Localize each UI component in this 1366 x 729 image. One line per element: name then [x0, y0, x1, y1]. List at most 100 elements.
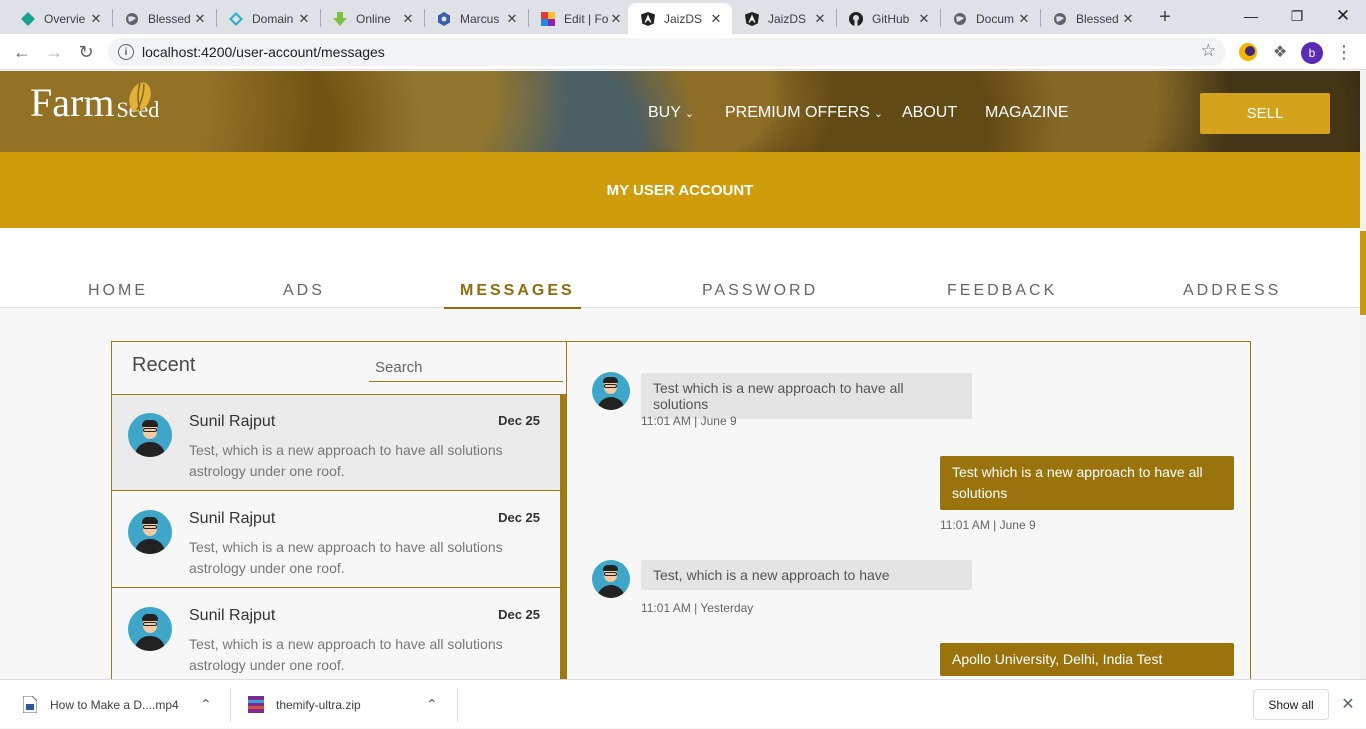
close-downloads-icon[interactable]: ✕ [1338, 694, 1358, 714]
more-menu-icon[interactable]: ⋮ [1334, 42, 1354, 62]
incoming-bubble: Test, which is a new approach to have [641, 560, 972, 590]
angular-icon [744, 11, 760, 27]
message-timestamp: 11:01 AM | Yesterday [641, 601, 754, 615]
conversation-preview: Test, which is a new approach to have al… [189, 442, 503, 479]
forward-arrow-icon[interactable]: → [40, 38, 68, 66]
download-arrow-icon [332, 11, 348, 27]
outgoing-bubble: Test which is a new approach to have all… [940, 456, 1234, 510]
page-banner: MY USER ACCOUNT [0, 152, 1360, 228]
conversation-date: Dec 25 [498, 607, 540, 622]
subtab-home[interactable]: HOME [88, 282, 148, 300]
browser-tab[interactable]: Domain ✕ [216, 3, 320, 34]
browser-toolbar: ← → ↻ i localhost:4200/user-account/mess… [0, 34, 1366, 70]
diamond-icon [228, 11, 244, 27]
search-input[interactable] [369, 354, 563, 382]
avatar [128, 510, 172, 554]
subtab-feedback[interactable]: FEEDBACK [947, 282, 1057, 300]
conversation-list-scrollbar[interactable] [560, 394, 566, 679]
archive-file-icon [248, 696, 264, 714]
sell-button[interactable]: SELL [1200, 93, 1330, 134]
avatar [592, 560, 630, 598]
close-tab-icon[interactable]: ✕ [708, 11, 724, 27]
close-window-icon[interactable]: ✕ [1320, 0, 1366, 32]
incoming-bubble: Test which is a new approach to have all… [641, 373, 972, 419]
extension-moon-icon[interactable] [1238, 42, 1258, 62]
browser-tab[interactable]: Overvie ✕ [8, 3, 112, 34]
avatar [592, 372, 630, 410]
github-icon [848, 11, 864, 27]
message-timestamp: 11:01 AM | June 9 [940, 518, 1036, 532]
close-tab-icon[interactable]: ✕ [296, 11, 312, 27]
close-tab-icon[interactable]: ✕ [504, 11, 520, 27]
subtab-ads[interactable]: ADS [283, 282, 325, 300]
nav-premium-offers[interactable]: PREMIUM OFFERS ⌄ [725, 104, 883, 122]
nav-magazine[interactable]: MAGAZINE [985, 104, 1069, 122]
nav-about[interactable]: ABOUT [902, 104, 957, 122]
restore-icon[interactable]: ❐ [1274, 0, 1320, 32]
active-tab-indicator [444, 307, 581, 309]
back-arrow-icon[interactable]: ← [8, 38, 36, 66]
azure-devops-icon [20, 11, 36, 27]
bookmark-star-icon[interactable]: ☆ [1201, 41, 1216, 61]
close-tab-icon[interactable]: ✕ [88, 11, 104, 27]
hexagon-icon [436, 11, 452, 27]
page-scrollbar[interactable] [1360, 71, 1366, 679]
download-item[interactable]: How to Make a D....mp4 ⌃ [22, 680, 222, 729]
chevron-up-icon[interactable]: ⌃ [200, 696, 212, 713]
subtab-address[interactable]: ADDRESS [1183, 282, 1281, 300]
browser-tab[interactable]: JaizDS ✕ [732, 3, 836, 34]
chevron-down-icon: ⌄ [873, 107, 884, 120]
new-tab-plus-icon[interactable]: + [1154, 6, 1176, 28]
extensions-puzzle-icon[interactable]: ❖ [1270, 42, 1290, 62]
url-text[interactable]: localhost:4200/user-account/messages [142, 44, 385, 60]
conversation-date: Dec 25 [498, 413, 540, 428]
browser-tab[interactable]: Blessed ✕ [112, 3, 216, 34]
close-tab-icon[interactable]: ✕ [400, 11, 416, 27]
hero-header: Farm Seed BUY⌄ PREMIUM OFFERS⌄ ABOUT MAG… [0, 71, 1360, 152]
close-tab-icon[interactable]: ✕ [916, 11, 932, 27]
message-timestamp: 11:01 AM | June 9 [641, 414, 737, 428]
download-item[interactable]: themify-ultra.zip ⌃ [248, 680, 448, 729]
downloads-bar: How to Make a D....mp4 ⌃ themify-ultra.z… [0, 679, 1366, 728]
browser-tab[interactable]: Marcus ✕ [424, 3, 528, 34]
globe-icon [124, 11, 140, 27]
chevron-up-icon[interactable]: ⌃ [426, 696, 438, 713]
conversation-date: Dec 25 [498, 510, 540, 525]
account-subnav [0, 228, 1360, 308]
address-bar[interactable]: i localhost:4200/user-account/messages ☆ [108, 38, 1226, 66]
profile-avatar[interactable]: b [1301, 42, 1323, 64]
close-tab-icon[interactable]: ✕ [1120, 11, 1136, 27]
minimize-icon[interactable]: — [1228, 0, 1274, 32]
chevron-down-icon: ⌄ [684, 107, 695, 120]
close-tab-icon[interactable]: ✕ [812, 11, 828, 27]
browser-tab[interactable]: Docum ✕ [940, 3, 1040, 34]
farmseed-logo[interactable]: Farm Seed [30, 82, 159, 123]
conversation-name: Sunil Rajput [189, 413, 276, 430]
avatar [128, 413, 172, 457]
color-squares-icon [540, 11, 556, 27]
close-tab-icon[interactable]: ✕ [1016, 11, 1032, 27]
browser-tab[interactable]: Blessed ✕ [1040, 3, 1144, 34]
outgoing-bubble: Apollo University, Delhi, India Test [940, 643, 1234, 676]
reload-icon[interactable]: ↻ [72, 38, 100, 66]
browser-tab[interactable]: Edit | Fo ✕ [528, 3, 632, 34]
scrollbar-thumb[interactable] [1360, 231, 1366, 315]
subtab-password[interactable]: PASSWORD [702, 282, 818, 300]
message-thread: Test which is a new approach to have all… [568, 342, 1252, 679]
browser-tab[interactable]: Online ✕ [320, 3, 424, 34]
avatar [128, 607, 172, 651]
close-tab-icon[interactable]: ✕ [608, 11, 624, 27]
nav-buy[interactable]: BUY ⌄ [648, 104, 694, 122]
browser-tab-active[interactable]: JaizDS ✕ [628, 3, 732, 34]
browser-tab[interactable]: GitHub ✕ [836, 3, 940, 34]
subtab-messages[interactable]: MESSAGES [460, 282, 575, 300]
conversation-item[interactable]: Sunil Rajput Dec 25 Test, which is a new… [112, 395, 560, 491]
conversation-item[interactable]: Sunil Rajput Dec 25 Test, which is a new… [112, 589, 560, 679]
close-tab-icon[interactable]: ✕ [192, 11, 208, 27]
globe-icon [952, 11, 968, 27]
show-all-button[interactable]: Show all [1253, 689, 1329, 720]
site-info-icon[interactable]: i [118, 44, 134, 60]
recent-heading: Recent [132, 354, 196, 376]
conversation-list-pane: Recent Sunil Rajput Dec 25 Test, which i… [112, 342, 567, 679]
conversation-item[interactable]: Sunil Rajput Dec 25 Test, which is a new… [112, 492, 560, 588]
